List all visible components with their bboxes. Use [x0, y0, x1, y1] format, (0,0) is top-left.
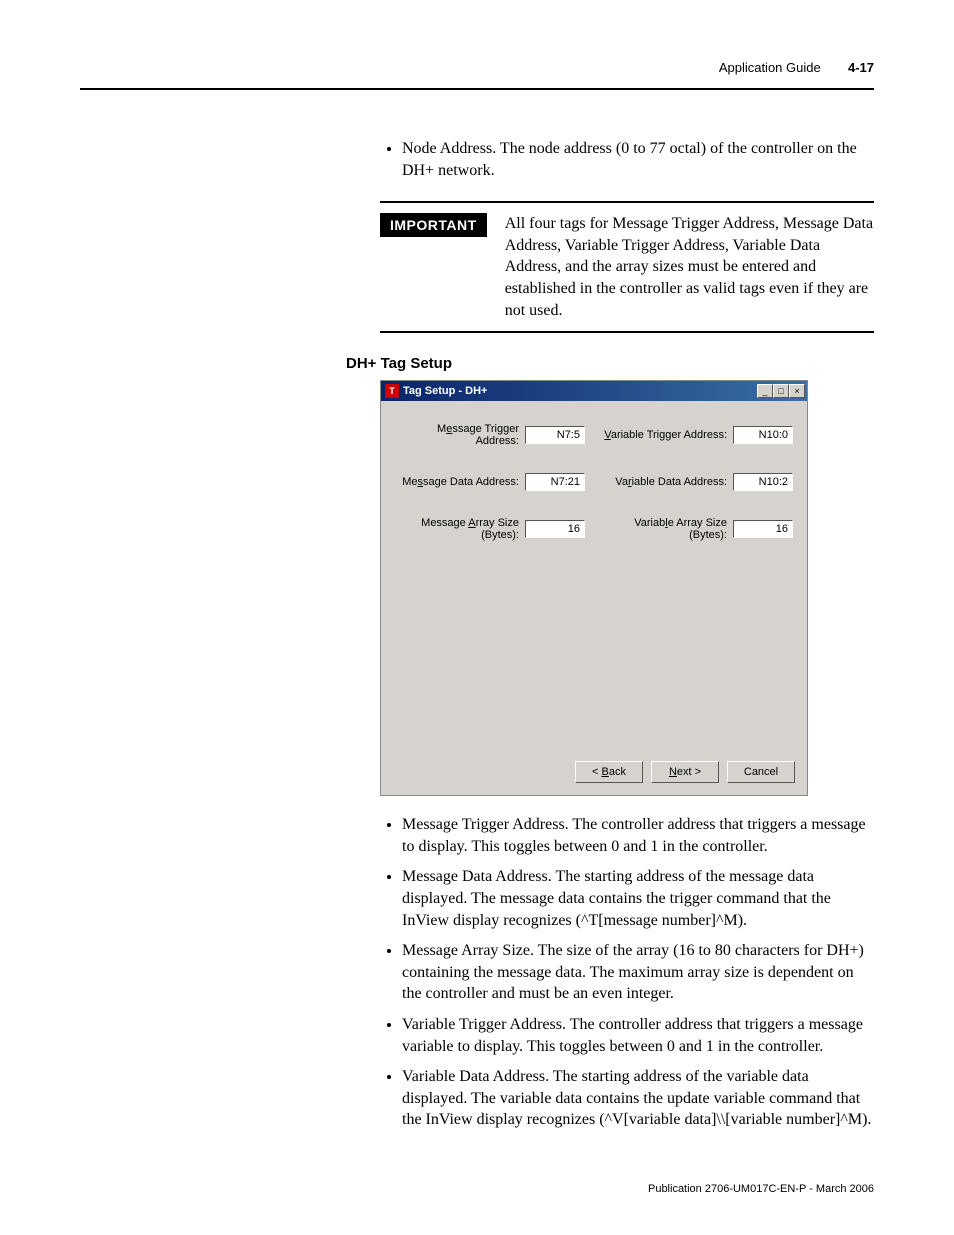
- next-button[interactable]: Next >: [651, 761, 719, 783]
- bullet-var-data: Variable Data Address. The starting addr…: [402, 1066, 874, 1131]
- msg-trigger-input[interactable]: [525, 426, 585, 444]
- tag-setup-dialog: T Tag Setup - DH+ _ □ × Message Trigger …: [380, 380, 808, 796]
- header-label: Application Guide: [719, 60, 821, 75]
- var-array-input[interactable]: [733, 520, 793, 538]
- back-button[interactable]: < Back: [575, 761, 643, 783]
- publication-footer: Publication 2706-UM017C-EN-P - March 200…: [648, 1183, 874, 1195]
- form-grid: Message Trigger Address: Variable Trigge…: [395, 423, 793, 541]
- important-text: All four tags for Message Trigger Addres…: [505, 213, 874, 321]
- section-heading: DH+ Tag Setup: [346, 355, 874, 372]
- bullet-msg-trigger: Message Trigger Address. The controller …: [402, 814, 874, 857]
- bullet-msg-array: Message Array Size. The size of the arra…: [402, 940, 874, 1005]
- important-block: IMPORTANT All four tags for Message Trig…: [380, 203, 874, 331]
- msg-array-input[interactable]: [525, 520, 585, 538]
- window-controls: _ □ ×: [757, 384, 805, 398]
- app-icon: T: [385, 384, 399, 398]
- dialog-titlebar: T Tag Setup - DH+ _ □ ×: [381, 381, 807, 401]
- bullet-msg-data: Message Data Address. The starting addre…: [402, 866, 874, 931]
- var-data-label: Variable Data Address:: [603, 476, 733, 488]
- header-rule: [80, 88, 874, 90]
- msg-data-label: Message Data Address:: [395, 476, 525, 488]
- close-icon[interactable]: ×: [789, 384, 805, 398]
- dialog-title: Tag Setup - DH+: [403, 385, 487, 397]
- intro-list: Node Address. The node address (0 to 77 …: [380, 138, 874, 181]
- var-trigger-input[interactable]: [733, 426, 793, 444]
- var-array-label: Variable Array Size (Bytes):: [603, 517, 733, 541]
- page-header: Application Guide 4-17: [719, 60, 874, 76]
- cancel-button[interactable]: Cancel: [727, 761, 795, 783]
- body-list: Message Trigger Address. The controller …: [380, 814, 874, 1131]
- var-data-input[interactable]: [733, 473, 793, 491]
- dialog-footer: < Back Next > Cancel: [381, 751, 807, 795]
- content: Node Address. The node address (0 to 77 …: [380, 138, 874, 1151]
- important-badge: IMPORTANT: [380, 213, 487, 237]
- important-rule-bottom: [380, 331, 874, 333]
- msg-trigger-label: Message Trigger Address:: [395, 423, 525, 447]
- msg-array-label: Message Array Size (Bytes):: [395, 517, 525, 541]
- minimize-icon[interactable]: _: [757, 384, 773, 398]
- maximize-icon[interactable]: □: [773, 384, 789, 398]
- msg-data-input[interactable]: [525, 473, 585, 491]
- dialog-body: Message Trigger Address: Variable Trigge…: [381, 401, 807, 751]
- var-trigger-label: Variable Trigger Address:: [603, 429, 733, 441]
- intro-bullet: Node Address. The node address (0 to 77 …: [402, 138, 874, 181]
- header-page-number: 4-17: [848, 60, 874, 75]
- bullet-var-trigger: Variable Trigger Address. The controller…: [402, 1014, 874, 1057]
- titlebar-left: T Tag Setup - DH+: [385, 384, 487, 398]
